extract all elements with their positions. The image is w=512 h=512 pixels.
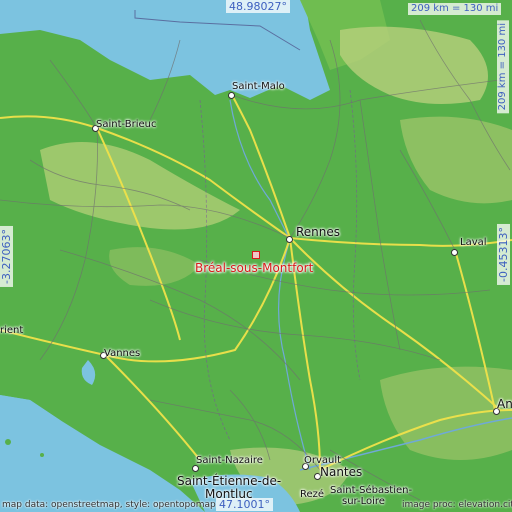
city-label-lorient: rient bbox=[0, 325, 24, 336]
city-label-saint-nazaire: Saint-Nazaire bbox=[196, 455, 263, 466]
saint-malo-dot bbox=[228, 92, 235, 99]
scale-label-vertical: 209 km = 130 mi bbox=[497, 20, 509, 114]
saint-nazaire-dot bbox=[192, 465, 199, 472]
scale-label: 209 km = 130 mi bbox=[408, 3, 502, 15]
city-label-rennes: Rennes bbox=[296, 225, 341, 239]
city-label-saint-malo: Saint-Malo bbox=[232, 81, 285, 92]
laval-dot bbox=[451, 249, 458, 256]
right-longitude-label: -0.45313° bbox=[497, 224, 510, 285]
bottom-latitude-label: 47.1001° bbox=[216, 498, 273, 511]
city-label-saint-etienne: Saint-Étienne-de- bbox=[177, 474, 282, 488]
top-latitude-label: 48.98027° bbox=[226, 0, 290, 13]
image-credit: image proc: elevation.city bbox=[402, 500, 512, 510]
city-label-vannes: Vannes bbox=[104, 348, 141, 359]
city-label-laval: Laval bbox=[460, 237, 487, 248]
city-label-reze: Rezé bbox=[300, 489, 325, 500]
map-credit: map data: openstreetmap, style: opentopo… bbox=[2, 500, 216, 510]
left-longitude-label: -3.27063° bbox=[0, 226, 13, 287]
city-label-sur-loire: sur-Loire bbox=[342, 496, 385, 507]
city-label-angers: An bbox=[497, 397, 512, 411]
rennes-dot bbox=[286, 236, 293, 243]
map-view[interactable]: Saint-Malo Saint-Brieuc Rennes Laval Van… bbox=[0, 0, 512, 512]
city-label-saint-brieuc: Saint-Brieuc bbox=[96, 119, 157, 130]
place-marker[interactable] bbox=[252, 251, 260, 259]
city-label-saint-sebastien: Saint-Sébastien- bbox=[330, 485, 413, 496]
city-label-nantes: Nantes bbox=[320, 465, 363, 479]
place-label: Bréal-sous-Montfort bbox=[195, 261, 314, 275]
